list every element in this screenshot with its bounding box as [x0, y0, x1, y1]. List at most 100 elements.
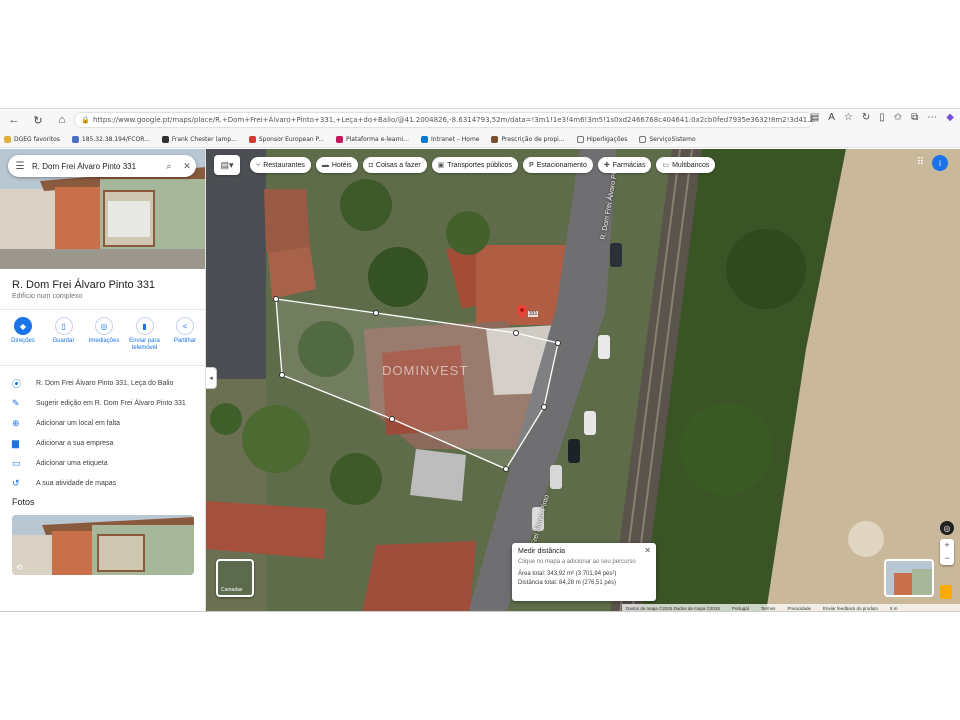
parking-icon: P	[529, 161, 534, 169]
layers-label: Camadas	[221, 587, 243, 593]
chip-restaurants[interactable]: ⑂ Restaurantes	[250, 157, 311, 173]
refresh-extension-icon[interactable]: ↻	[862, 112, 870, 123]
menu-icon[interactable]: ☰	[8, 161, 32, 172]
zoom-control: + −	[940, 539, 954, 565]
category-chips: ⑂ Restaurantes ▬ Hotéis ◘ Coisas a fazer ▣ T…	[250, 157, 716, 173]
measure-area: Área total: 343,92 m² (3 701,94 pés²)	[518, 571, 617, 577]
privacy-link[interactable]: Privacidade	[787, 606, 811, 611]
map-menu-button[interactable]: ▤▾	[214, 155, 240, 175]
pegman-icon[interactable]	[940, 585, 952, 599]
bookmark-folder[interactable]: Hiperligações	[576, 135, 627, 143]
place-subtitle: Edifício num complexo	[12, 293, 83, 300]
label-icon: ▭	[12, 457, 21, 468]
info-add-label[interactable]: ▭ Adicionar uma etiqueta	[0, 453, 205, 473]
reload-icon[interactable]: ↻	[28, 110, 48, 130]
divider	[0, 309, 205, 310]
photos-heading: Fotos	[12, 497, 35, 507]
streetview-thumbnail[interactable]	[884, 559, 934, 597]
bookmark-item[interactable]: DGEG favoritos	[4, 135, 60, 143]
watermark-text: DOMINVEST	[382, 363, 469, 378]
my-location-icon[interactable]: ◎	[940, 521, 954, 535]
camera-icon: ◘	[368, 161, 373, 169]
nearby-button[interactable]: ◎ Imediações	[85, 317, 123, 352]
location-pin-icon[interactable]	[517, 305, 527, 319]
share-button[interactable]: < Partilhar	[166, 317, 204, 352]
star-icon[interactable]: ☆	[844, 112, 853, 123]
copilot-icon[interactable]: ◆	[946, 112, 954, 123]
info-add-place[interactable]: ⊕ Adicionar um local em falta	[0, 413, 205, 433]
close-icon[interactable]: ✕	[178, 161, 196, 172]
directions-icon: ◆	[14, 317, 32, 335]
read-aloud-icon[interactable]: A	[828, 112, 835, 123]
location-pin-icon: ⦿	[12, 378, 22, 389]
place-photo[interactable]: ⟲	[12, 515, 194, 575]
bookmark-item[interactable]: Prescrição de propi...	[491, 135, 565, 143]
chip-pharmacies[interactable]: ✚ Farmácias	[597, 157, 652, 173]
place-title: R. Dom Frei Álvaro Pinto 331	[12, 279, 156, 291]
chip-atms[interactable]: ▭ Multibancos	[656, 157, 716, 173]
more-icon[interactable]: ⋯	[927, 112, 937, 123]
history-icon: ↺	[12, 477, 20, 488]
pencil-icon: ✎	[12, 397, 20, 408]
back-icon[interactable]: ←	[4, 110, 24, 130]
info-activity[interactable]: ↺ A sua atividade de mapas	[0, 473, 205, 493]
chip-hotels[interactable]: ▬ Hotéis	[315, 157, 358, 173]
streetview-icon: ⟲	[16, 563, 23, 572]
zoom-out-button[interactable]: −	[944, 552, 949, 565]
info-address[interactable]: ⦿ R. Dom Frei Álvaro Pinto 331, Leça do B…	[0, 373, 205, 393]
account-avatar[interactable]: i	[932, 155, 948, 171]
bookmark-item[interactable]: Sponsor European P...	[248, 135, 324, 143]
browser-frame: ← ↻ ⌂ 🔒 https://www.google.pt/maps/place…	[0, 108, 960, 612]
save-button[interactable]: ▯ Guardar	[45, 317, 83, 352]
place-panel: ☰ R. Dom Frei Álvaro Pinto 331 ⌕ ✕ R. Do…	[0, 149, 206, 611]
nearby-icon: ◎	[95, 317, 113, 335]
pin-label: 331	[528, 311, 539, 317]
info-suggest-edit[interactable]: ✎ Sugerir edição em R. Dom Frei Álvaro Pi…	[0, 393, 205, 413]
reader-icon[interactable]: ▤	[810, 112, 819, 123]
region-link[interactable]: Portugal	[732, 606, 749, 611]
url-text: https://www.google.pt/maps/place/R.+Dom+…	[93, 116, 814, 124]
phone-icon: ▮	[135, 317, 154, 335]
chip-parking[interactable]: P Estacionamento	[523, 157, 593, 173]
close-icon[interactable]: ✕	[644, 546, 651, 555]
favorites-icon[interactable]: ✩	[894, 112, 902, 123]
bookmark-item[interactable]: Frank Chester (amp...	[161, 135, 237, 143]
chip-things-to-do[interactable]: ◘ Coisas a fazer	[362, 157, 427, 173]
place-actions: ◆ Direções ▯ Guardar ◎ Imediações ▮ Envi…	[4, 317, 204, 352]
apps-grid-icon[interactable]: ⠿	[917, 157, 924, 168]
pharmacy-icon: ✚	[603, 162, 610, 169]
bookmarks-bar: DGEG favoritos 185.32.38.194/FCOR... Fra…	[0, 131, 960, 148]
map-footer: Dados de mapa ©2025 Dados de mapa ©2025 …	[622, 604, 960, 611]
zoom-in-button[interactable]: +	[944, 539, 949, 552]
collections-icon[interactable]: ⧉	[911, 112, 918, 123]
layers-toggle[interactable]: Camadas	[216, 559, 254, 597]
add-location-icon: ⊕	[12, 417, 20, 428]
bookmark-folder[interactable]: ServiçoSistemo	[639, 135, 696, 143]
divider	[0, 365, 205, 366]
directions-button[interactable]: ◆ Direções	[4, 317, 42, 352]
bed-icon: ▬	[321, 161, 329, 169]
bookmark-icon: ▯	[54, 317, 73, 335]
scale-label: 5 m	[890, 606, 898, 611]
fork-knife-icon: ⑂	[256, 161, 261, 169]
share-icon: <	[176, 317, 194, 335]
feedback-link[interactable]: Enviar feedback do produto	[823, 606, 878, 611]
home-icon[interactable]: ⌂	[52, 110, 72, 130]
split-screen-icon[interactable]: ▯	[879, 112, 885, 123]
collapse-panel-button[interactable]: ◂	[206, 367, 217, 389]
atm-icon: ▭	[662, 162, 670, 169]
info-add-business[interactable]: ▆ Adicionar a sua empresa	[0, 433, 205, 453]
search-input[interactable]: R. Dom Frei Álvaro Pinto 331	[32, 162, 160, 171]
bookmark-item[interactable]: Plataforma e-learni...	[336, 135, 409, 143]
transit-icon: ▣	[437, 162, 445, 169]
measure-hint: Clique no mapa a adicionar ao seu percur…	[518, 559, 636, 565]
address-bar[interactable]: 🔒 https://www.google.pt/maps/place/R.+Do…	[74, 112, 814, 128]
bookmark-item[interactable]: Intranet – Home	[421, 135, 479, 143]
terms-link[interactable]: Termos	[761, 606, 776, 611]
search-box[interactable]: ☰ R. Dom Frei Álvaro Pinto 331 ⌕ ✕	[8, 155, 196, 177]
search-icon[interactable]: ⌕	[160, 161, 178, 172]
chip-transit[interactable]: ▣ Transportes públicos	[431, 157, 519, 173]
send-to-phone-button[interactable]: ▮ Enviar para telemóvel	[126, 317, 164, 352]
satellite-map[interactable]: R. Dom Frei Álvaro Pinto R. Dom Frei Álv…	[206, 149, 960, 611]
bookmark-item[interactable]: 185.32.38.194/FCOR...	[71, 135, 150, 143]
